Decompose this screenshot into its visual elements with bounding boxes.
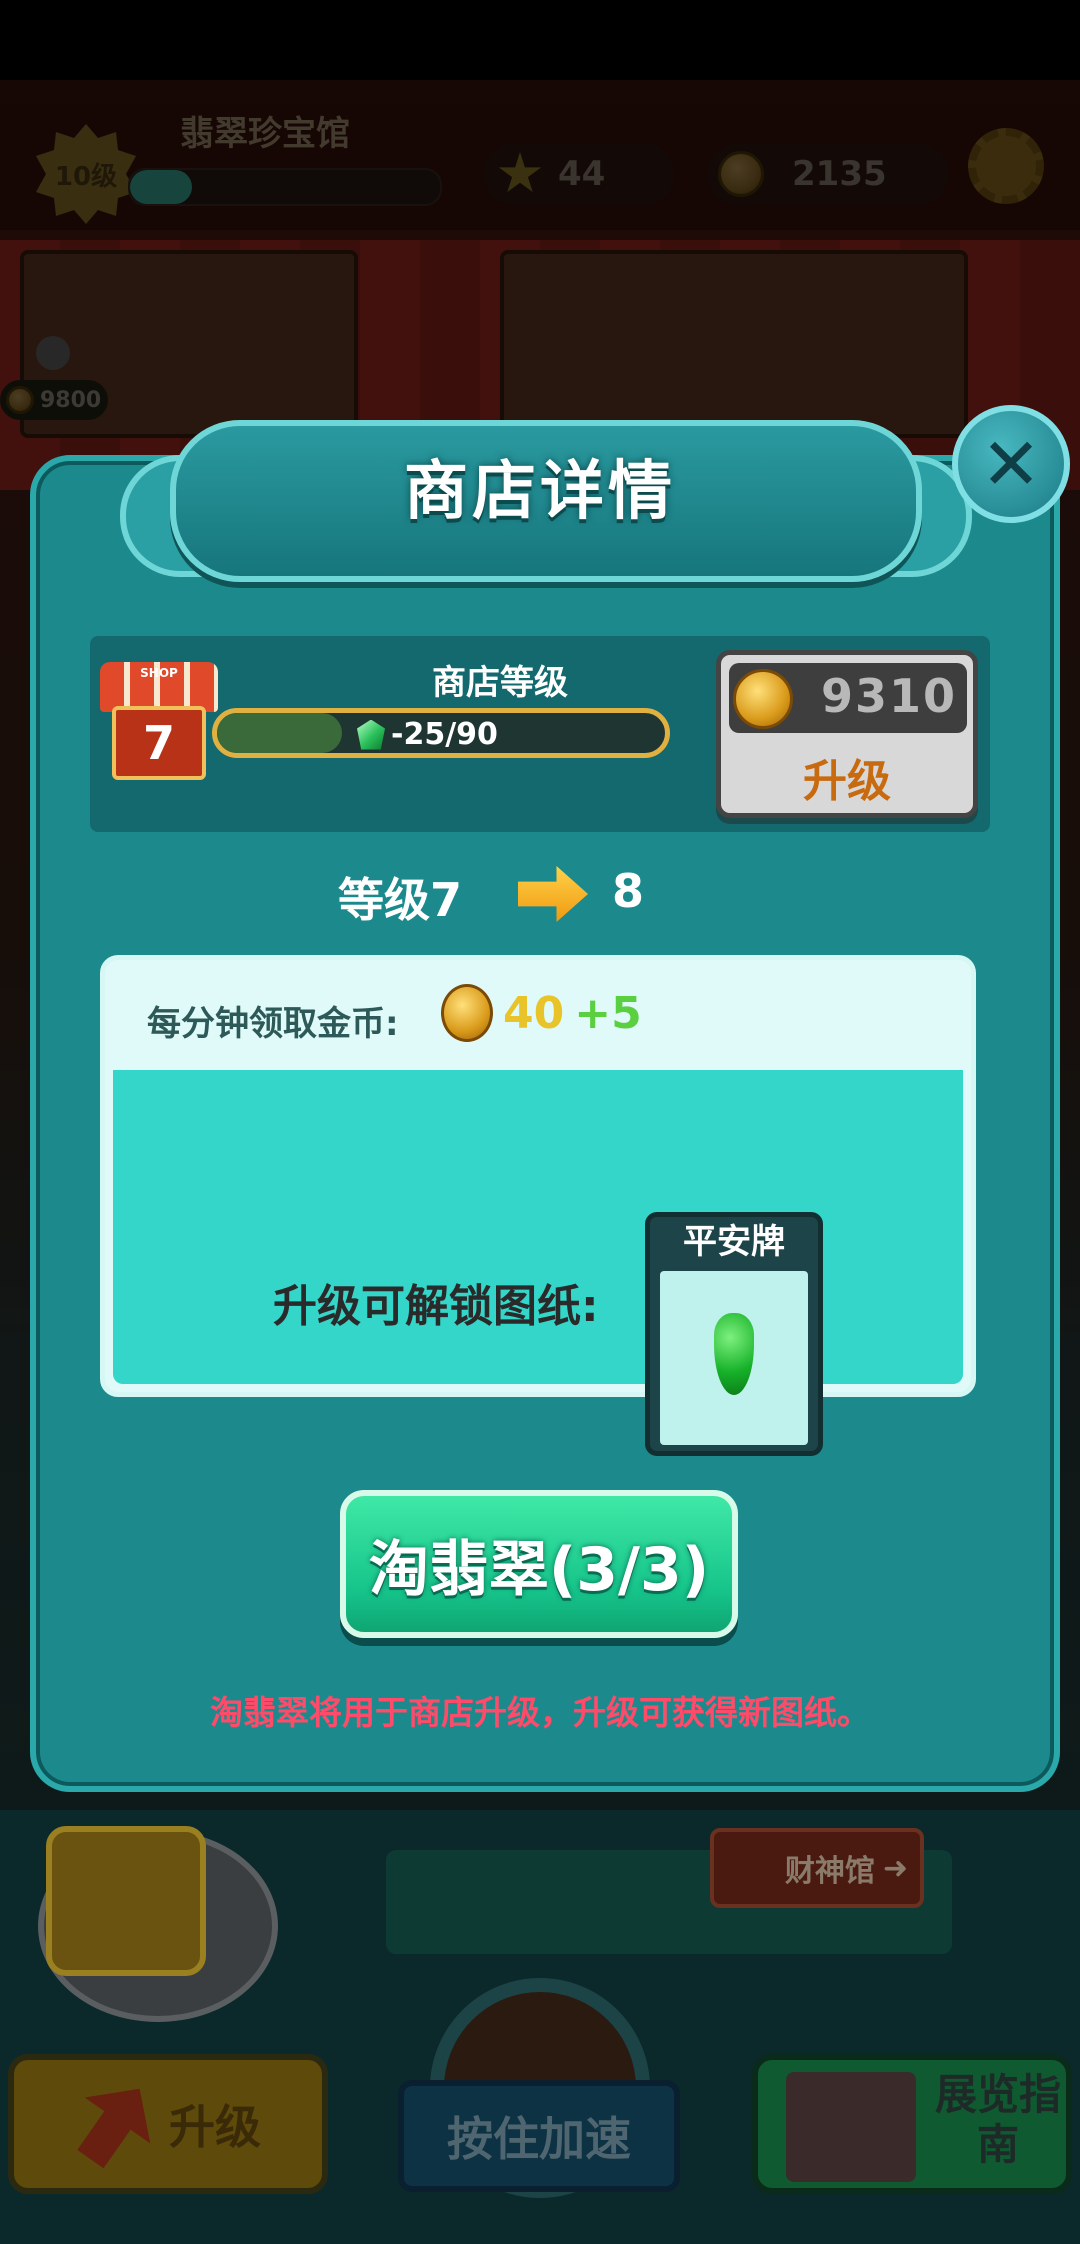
shop-level-number: 7 bbox=[112, 706, 206, 780]
shop-progress-bar: -25/90 bbox=[212, 708, 670, 758]
arrow-right-icon: ➜ bbox=[882, 1850, 908, 1886]
unlock-blueprint-row: 升级可解锁图纸: 平安牌 bbox=[113, 1070, 963, 1456]
coin-rate-value: 40 +5 bbox=[441, 984, 642, 1042]
coin-rate-label: 每分钟领取金币: bbox=[147, 1004, 399, 1044]
next-level: 8 bbox=[612, 864, 645, 918]
fortune-hall-sign[interactable]: 财神馆 ➜ bbox=[710, 1828, 924, 1908]
bottom-upgrade-button[interactable]: 升级 bbox=[8, 2054, 328, 2194]
close-button[interactable]: ✕ bbox=[952, 405, 1070, 523]
exhibition-guide-button[interactable]: 展览指南 bbox=[752, 2054, 1072, 2194]
shop-level-badge: SHOP 7 bbox=[100, 662, 218, 780]
emerald-icon bbox=[357, 719, 385, 750]
upgrade-cost-value: 9310 bbox=[821, 669, 958, 723]
upgrade-cost-display: 9310 bbox=[729, 663, 967, 733]
bottom-upgrade-label: 升级 bbox=[169, 2100, 261, 2154]
coin-rate-row: 每分钟领取金币: 40 +5 bbox=[105, 960, 971, 1070]
hint-text: 淘翡翠将用于商店升级，升级可获得新图纸。 bbox=[210, 1693, 870, 1732]
blueprint-image bbox=[660, 1271, 808, 1445]
upgrade-reward-card: 每分钟领取金币: 40 +5 升级可解锁图纸: 平安牌 bbox=[100, 955, 976, 1456]
hold-speedup-label: 按住加速 bbox=[447, 2112, 631, 2166]
hunt-jade-button[interactable]: 淘翡翠(3/3) bbox=[340, 1490, 738, 1638]
exhibition-guide-label: 展览指南 bbox=[934, 2070, 1061, 2169]
shop-progress-readout: -25/90 bbox=[357, 717, 498, 752]
coin-icon bbox=[441, 984, 493, 1042]
unlock-blueprint-label: 升级可解锁图纸: bbox=[273, 1281, 599, 1332]
close-icon: ✕ bbox=[980, 422, 1042, 506]
shop-awning-icon: SHOP bbox=[100, 662, 218, 712]
blueprint-name: 平安牌 bbox=[683, 1222, 785, 1262]
upgrade-button-label: 升级 bbox=[803, 756, 891, 807]
modal-title: 商店详情 bbox=[404, 455, 676, 529]
blueprint-card[interactable]: 平安牌 bbox=[645, 1212, 823, 1456]
shop-progress-fill bbox=[217, 713, 343, 753]
shop-progress-text: -25/90 bbox=[391, 717, 498, 752]
hold-speedup-button[interactable]: 按住加速 bbox=[398, 2080, 680, 2192]
upgrade-cost-button[interactable]: 9310 升级 bbox=[716, 650, 978, 818]
coin-icon bbox=[733, 669, 793, 729]
upgrade-arrow-icon bbox=[58, 2066, 173, 2182]
shop-level-label: 商店等级 bbox=[432, 663, 568, 703]
coin-rate-bonus: +5 bbox=[574, 987, 642, 1039]
current-level: 等级7 bbox=[338, 873, 463, 927]
fortune-hall-label: 财神馆 bbox=[784, 1854, 875, 1889]
shop-badge-text: SHOP bbox=[140, 666, 178, 680]
hunt-jade-label: 淘翡翠(3/3) bbox=[368, 1534, 710, 1605]
book-icon bbox=[786, 2072, 916, 2182]
tour-bus-button[interactable] bbox=[46, 1826, 206, 1976]
coin-rate-base: 40 bbox=[503, 987, 565, 1039]
jade-pendant-icon bbox=[714, 1313, 754, 1395]
